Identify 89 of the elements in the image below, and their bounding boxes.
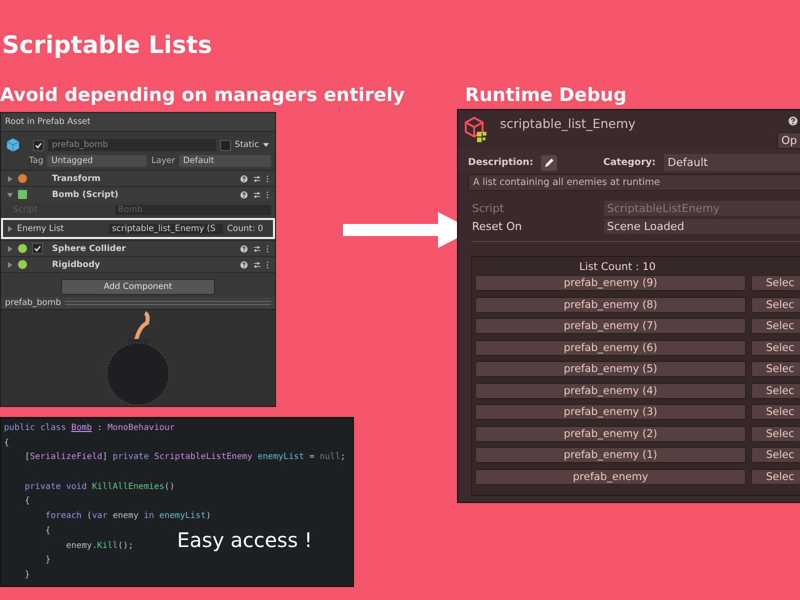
select-button[interactable]: Selec xyxy=(751,426,800,442)
more-icon[interactable] xyxy=(266,174,269,182)
open-button[interactable]: Op xyxy=(777,132,800,149)
component-name: Bomb (Script) xyxy=(52,190,120,200)
section-heading: Runtime Debug xyxy=(465,84,627,108)
category-dropdown[interactable]: Default xyxy=(664,154,800,171)
list-item-button[interactable]: prefab_enemy xyxy=(475,468,746,484)
component-header[interactable]: Transform xyxy=(1,170,275,186)
list-item-button[interactable]: prefab_enemy (6) xyxy=(475,340,746,356)
sliders-icon[interactable] xyxy=(253,244,261,252)
select-button[interactable]: Selec xyxy=(751,340,800,356)
category-label: Category: xyxy=(603,157,656,168)
select-button[interactable]: Selec xyxy=(751,296,800,312)
select-button[interactable]: Selec xyxy=(751,404,800,420)
object-field[interactable]: scriptable_list_Enemy (S xyxy=(109,224,223,234)
preview-title: prefab_bomb xyxy=(5,298,62,308)
help-icon[interactable] xyxy=(788,116,798,126)
script-label: Script xyxy=(472,202,505,214)
list-item-button[interactable]: prefab_enemy (7) xyxy=(475,318,746,334)
select-button[interactable]: Selec xyxy=(751,275,800,291)
edit-pencil-icon[interactable] xyxy=(541,154,558,170)
enable-checkbox[interactable] xyxy=(32,243,43,254)
select-button[interactable]: Selec xyxy=(751,468,800,484)
reset-on-dropdown[interactable]: Scene Loaded xyxy=(604,218,800,234)
foldout-icon[interactable] xyxy=(7,226,13,232)
select-button[interactable]: Selec xyxy=(751,447,800,463)
reset-on-label: Reset On xyxy=(472,220,523,232)
tag-label: Tag xyxy=(29,156,44,166)
help-icon[interactable] xyxy=(240,174,248,182)
description-field[interactable]: A list containing all enemies at runtime xyxy=(468,174,800,191)
help-icon[interactable] xyxy=(240,244,248,252)
active-checkbox[interactable] xyxy=(33,140,44,150)
select-button[interactable]: Selec xyxy=(751,361,800,377)
cube-icon xyxy=(5,137,21,153)
component-name: Sphere Collider xyxy=(52,244,127,254)
sliders-icon[interactable] xyxy=(253,260,261,268)
code-line: { xyxy=(4,436,10,450)
list-item-button[interactable]: prefab_enemy (5) xyxy=(475,361,746,377)
component-header[interactable]: Bomb (Script) xyxy=(1,186,275,202)
list-count: List Count : 10 xyxy=(578,260,657,275)
component-header[interactable]: Rigidbody xyxy=(1,256,275,272)
foldout-icon[interactable] xyxy=(7,176,13,182)
list-item-button[interactable]: prefab_enemy (2) xyxy=(475,426,746,442)
code-line: enemy.Kill(); xyxy=(65,540,134,552)
list-item-button[interactable]: prefab_enemy (4) xyxy=(475,382,746,398)
code-line: foreach (var enemy in enemyList) xyxy=(44,510,212,524)
foldout-icon[interactable] xyxy=(7,262,13,268)
section-heading: Avoid depending on managers entirely xyxy=(0,84,406,108)
list-item-button[interactable]: prefab_enemy (3) xyxy=(475,404,746,420)
sliders-icon[interactable] xyxy=(253,190,261,198)
foldout-icon[interactable] xyxy=(7,192,13,198)
more-icon[interactable] xyxy=(266,260,269,268)
code-line: { xyxy=(44,524,51,538)
caption-text: Easy access ! xyxy=(177,528,312,552)
code-line: { xyxy=(24,495,30,508)
select-button[interactable]: Selec xyxy=(751,382,800,398)
code-line: public class Bomb : MonoBehaviour xyxy=(4,422,175,435)
more-icon[interactable] xyxy=(266,190,269,198)
list-item-button[interactable]: prefab_enemy (8) xyxy=(475,296,746,312)
code-line: } xyxy=(24,568,30,582)
sliders-icon[interactable] xyxy=(253,174,261,182)
code-line: [SerializeField] private ScriptableListEnemy enemyList = null; xyxy=(24,451,346,464)
list-item-button[interactable]: prefab_enemy (1) xyxy=(475,447,746,463)
component-name: Transform xyxy=(52,174,102,184)
code-line: } xyxy=(44,554,51,568)
select-button[interactable]: Selec xyxy=(751,318,800,334)
asset-title: scriptable_list_Enemy xyxy=(500,116,637,131)
help-icon[interactable] xyxy=(240,190,248,198)
layer-dropdown[interactable]: Default xyxy=(179,155,271,167)
layer-label: Layer xyxy=(151,156,176,166)
static-checkbox[interactable] xyxy=(220,140,231,150)
caret-icon[interactable] xyxy=(263,143,269,147)
description-label: Description: xyxy=(468,157,534,168)
object-name-field[interactable]: prefab_bomb xyxy=(48,139,216,151)
property-label: Enemy List xyxy=(17,224,65,234)
page-title: Scriptable Lists xyxy=(1,30,214,61)
component-header[interactable]: Sphere Collider xyxy=(1,240,275,256)
list-item-button[interactable]: prefab_enemy (9) xyxy=(475,275,746,291)
foldout-icon[interactable] xyxy=(7,246,13,252)
count-label: Count: 0 xyxy=(227,224,264,234)
script-field: ScriptableListEnemy xyxy=(604,200,800,216)
static-dropdown[interactable]: Static xyxy=(234,140,259,150)
inspector-header: Root in Prefab Asset xyxy=(1,113,275,132)
help-icon[interactable] xyxy=(240,260,248,268)
add-component-button[interactable]: Add Component xyxy=(61,279,215,295)
component-name: Rigidbody xyxy=(52,260,102,270)
code-line: private void KillAllEnemies() xyxy=(24,480,175,494)
tag-dropdown[interactable]: Untagged xyxy=(47,155,148,167)
more-icon[interactable] xyxy=(266,244,269,252)
